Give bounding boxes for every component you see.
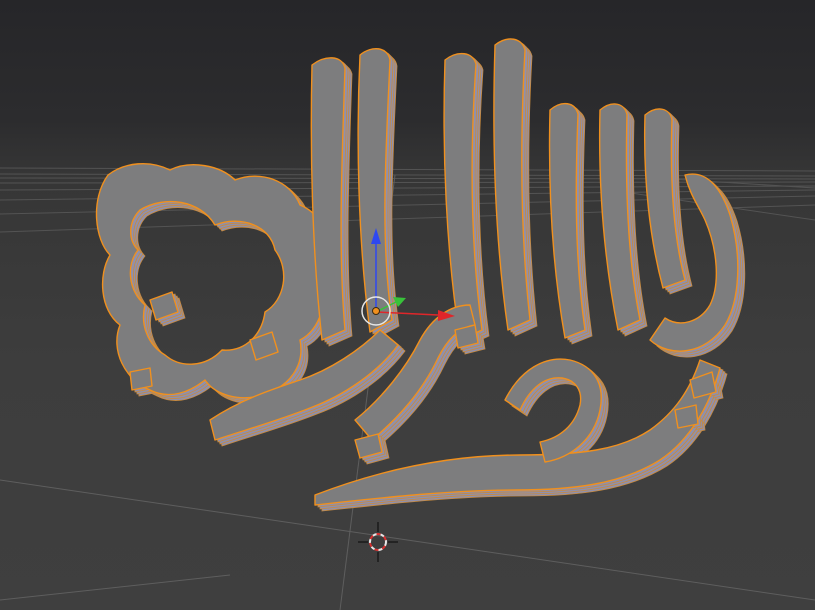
3d-cursor-icon[interactable] [358,522,398,562]
3d-cursor[interactable] [0,0,815,610]
3d-viewport[interactable] [0,0,815,610]
